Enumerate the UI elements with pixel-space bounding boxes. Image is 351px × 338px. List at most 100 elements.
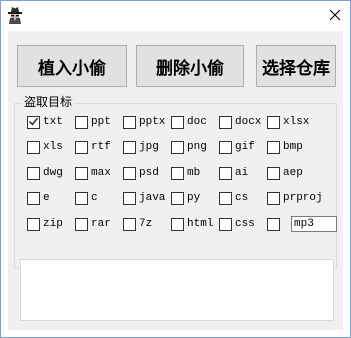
- checkbox-box[interactable]: [171, 191, 184, 205]
- checkbox-box[interactable]: [27, 166, 40, 180]
- close-button[interactable]: [323, 3, 347, 27]
- checkbox-box[interactable]: [123, 166, 136, 180]
- target-checkbox-e[interactable]: e: [27, 191, 50, 205]
- checkbox-box[interactable]: [27, 140, 40, 154]
- checkbox-box[interactable]: [219, 115, 232, 129]
- client-area: 植入小偷 删除小偷 选择仓库 盗取目标 txt ppt pptx doc docx xls…: [8, 31, 343, 330]
- checkbox-box[interactable]: [171, 166, 184, 180]
- checkbox-box[interactable]: [171, 217, 184, 231]
- checkbox-box[interactable]: [219, 217, 232, 231]
- target-checkbox-ppt[interactable]: ppt: [75, 115, 111, 129]
- target-checkbox-java[interactable]: java: [123, 191, 165, 205]
- checkbox-label: bmp: [283, 141, 303, 153]
- checkbox-label: pptx: [139, 116, 166, 128]
- checkbox-label: xls: [43, 141, 63, 153]
- target-checkbox-c[interactable]: c: [75, 191, 98, 205]
- choose-repo-button[interactable]: 选择仓库: [256, 45, 336, 87]
- target-checkbox-rar[interactable]: rar: [75, 217, 111, 231]
- checkbox-box[interactable]: [219, 191, 232, 205]
- app-window: 植入小偷 删除小偷 选择仓库 盗取目标 txt ppt pptx doc docx xls…: [0, 0, 351, 338]
- title-bar: [1, 1, 350, 31]
- checkbox-label: psd: [139, 167, 159, 179]
- checkbox-label: png: [187, 141, 207, 153]
- checkbox-label: ai: [235, 167, 249, 179]
- target-checkbox-max[interactable]: max: [75, 166, 111, 180]
- checkbox-label: dwg: [43, 167, 63, 179]
- checkbox-box[interactable]: [75, 166, 88, 180]
- checkbox-label: ppt: [91, 116, 111, 128]
- checkbox-box[interactable]: [75, 115, 88, 129]
- checkbox-label: aep: [283, 167, 303, 179]
- checkbox-box[interactable]: [123, 140, 136, 154]
- checkbox-box[interactable]: [75, 217, 88, 231]
- checkbox-box[interactable]: [171, 115, 184, 129]
- target-checkbox-aep[interactable]: aep: [267, 166, 303, 180]
- target-checkbox-dwg[interactable]: dwg: [27, 166, 63, 180]
- checkbox-box[interactable]: [267, 115, 280, 129]
- checkbox-label: html: [187, 218, 214, 230]
- checkbox-label: prproj: [283, 192, 323, 204]
- target-checkbox-prproj[interactable]: prproj: [267, 191, 323, 205]
- checkbox-box[interactable]: [123, 115, 136, 129]
- checkbox-label: py: [187, 192, 201, 204]
- checkbox-box[interactable]: [123, 191, 136, 205]
- checkbox-label: zip: [43, 218, 63, 230]
- custom-extension-checkbox[interactable]: [267, 217, 280, 231]
- checkbox-label: e: [43, 192, 50, 204]
- target-checkbox-ai[interactable]: ai: [219, 166, 248, 180]
- target-checkbox-rtf[interactable]: rtf: [75, 140, 111, 154]
- checkbox-label: txt: [43, 116, 63, 128]
- targets-group-label: 盗取目标: [22, 95, 75, 109]
- target-checkbox-doc[interactable]: doc: [171, 115, 207, 129]
- checkbox-box[interactable]: [27, 191, 40, 205]
- target-checkbox-7z[interactable]: 7z: [123, 217, 152, 231]
- target-checkbox-cs[interactable]: cs: [219, 191, 248, 205]
- checkbox-box[interactable]: [171, 140, 184, 154]
- target-checkbox-pptx[interactable]: pptx: [123, 115, 165, 129]
- checkbox-box[interactable]: [123, 217, 136, 231]
- target-checkbox-py[interactable]: py: [171, 191, 200, 205]
- delete-thief-button[interactable]: 删除小偷: [136, 45, 244, 87]
- checkbox-label: xlsx: [283, 116, 310, 128]
- checkbox-label: docx: [235, 116, 262, 128]
- implant-thief-button[interactable]: 植入小偷: [17, 45, 127, 87]
- checkbox-box[interactable]: [27, 217, 40, 231]
- checkbox-box[interactable]: [75, 140, 88, 154]
- checkbox-label: rtf: [91, 141, 111, 153]
- checkbox-label: java: [139, 192, 166, 204]
- checkbox-label: c: [91, 192, 98, 204]
- checkbox-label: max: [91, 167, 111, 179]
- checkbox-box[interactable]: [267, 166, 280, 180]
- log-output[interactable]: [20, 259, 334, 321]
- checkbox-box[interactable]: [219, 140, 232, 154]
- checkbox-box[interactable]: [267, 191, 280, 205]
- checkbox-box[interactable]: [267, 140, 280, 154]
- target-checkbox-xlsx[interactable]: xlsx: [267, 115, 309, 129]
- target-checkbox-txt[interactable]: txt: [27, 115, 63, 129]
- spy-icon: [7, 6, 23, 24]
- target-checkbox-bmp[interactable]: bmp: [267, 140, 303, 154]
- checkbox-label: gif: [235, 141, 255, 153]
- target-checkbox-zip[interactable]: zip: [27, 217, 63, 231]
- checkbox-label: 7z: [139, 218, 153, 230]
- checkbox-box[interactable]: [75, 191, 88, 205]
- checkbox-label: cs: [235, 192, 249, 204]
- checkbox-label: doc: [187, 116, 207, 128]
- target-checkbox-docx[interactable]: docx: [219, 115, 261, 129]
- close-icon: [329, 6, 341, 25]
- checkbox-box[interactable]: [267, 217, 280, 231]
- checkbox-box[interactable]: [219, 166, 232, 180]
- target-checkbox-css[interactable]: css: [219, 217, 255, 231]
- target-checkbox-mb[interactable]: mb: [171, 166, 200, 180]
- target-checkbox-html[interactable]: html: [171, 217, 213, 231]
- custom-extension-input[interactable]: [291, 216, 337, 232]
- checkbox-box[interactable]: [27, 115, 40, 129]
- target-checkbox-xls[interactable]: xls: [27, 140, 63, 154]
- target-checkbox-jpg[interactable]: jpg: [123, 140, 159, 154]
- target-checkbox-png[interactable]: png: [171, 140, 207, 154]
- checkbox-label: jpg: [139, 141, 159, 153]
- target-checkbox-gif[interactable]: gif: [219, 140, 255, 154]
- checkbox-label: mb: [187, 167, 201, 179]
- target-checkbox-psd[interactable]: psd: [123, 166, 159, 180]
- checkbox-label: rar: [91, 218, 111, 230]
